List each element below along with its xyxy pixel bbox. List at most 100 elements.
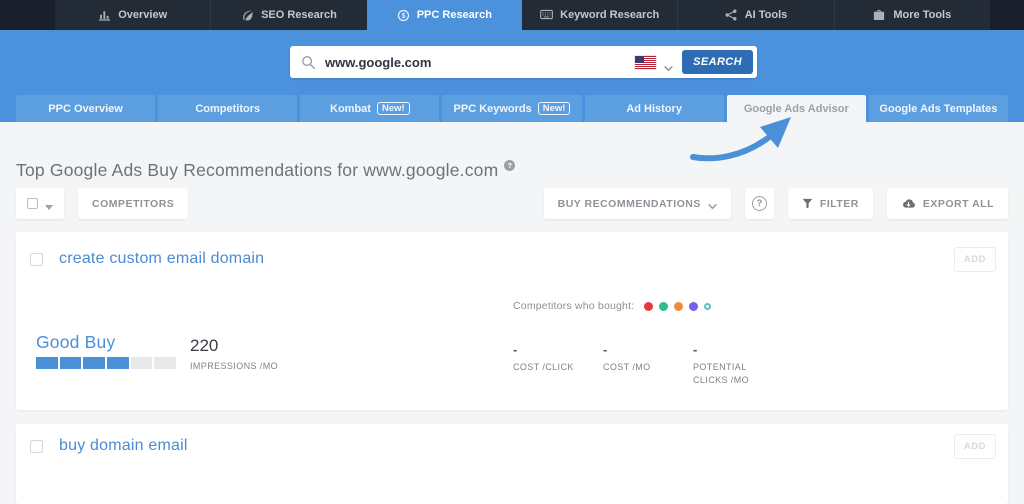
add-button[interactable]: ADD xyxy=(953,434,996,459)
add-button[interactable]: ADD xyxy=(953,247,996,272)
competitor-dot xyxy=(689,301,699,311)
chevron-down-icon xyxy=(708,201,717,209)
stat-value: - xyxy=(513,342,518,357)
leaf-icon xyxy=(241,9,254,22)
buy-rating: Good Buy xyxy=(36,332,177,369)
filter-button[interactable]: FILTER xyxy=(787,188,873,219)
subnav-label: PPC Keywords xyxy=(453,102,532,115)
recommendation-card: create custom email domain ADD Competito… xyxy=(16,232,1008,410)
tab-ai-tools[interactable]: AI Tools xyxy=(677,0,834,30)
buy-rating-bar xyxy=(36,357,177,369)
cost-per-month-stat: - COST /MO xyxy=(603,342,707,374)
cost-per-click-stat: - COST /CLICK xyxy=(513,342,617,374)
buy-recommendations-dropdown[interactable]: BUY RECOMMENDATIONS xyxy=(543,188,731,219)
cloud-export-icon xyxy=(901,198,916,209)
competitor-dot-open xyxy=(704,302,712,310)
tab-label: AI Tools xyxy=(744,9,788,21)
tab-ppc-research[interactable]: $ PPC Research xyxy=(366,0,522,30)
competitors-bought-label: Competitors who bought: xyxy=(513,300,635,312)
question-circle-icon: ? xyxy=(751,196,767,211)
filter-icon xyxy=(802,198,813,209)
subnav-tab-ad-history[interactable]: Ad History xyxy=(584,95,724,122)
subnav-tab-google-ads-advisor[interactable]: Google Ads Advisor xyxy=(726,95,866,122)
competitors-button-label: COMPETITORS xyxy=(92,197,175,210)
top-navigation: Overview SEO Research $ PPC Research Key… xyxy=(0,0,1024,30)
subnav-label: Ad History xyxy=(626,102,682,115)
chevron-down-icon[interactable] xyxy=(664,59,673,72)
search-input[interactable] xyxy=(325,54,636,70)
competitors-bought-row: Competitors who bought: xyxy=(513,300,712,312)
toolbar: COMPETITORS BUY RECOMMENDATIONS ? FILTER… xyxy=(16,188,1008,219)
subnav-tab-ppc-keywords[interactable]: PPC Keywords New! xyxy=(442,95,582,122)
briefcase-icon xyxy=(873,9,886,22)
subnav-label: Google Ads Advisor xyxy=(743,102,849,115)
export-all-button-label: EXPORT ALL xyxy=(922,197,994,210)
help-icon[interactable]: ? xyxy=(504,160,516,171)
search-bar: SEARCH xyxy=(290,46,757,78)
rating-segment xyxy=(36,357,58,369)
export-all-button[interactable]: EXPORT ALL xyxy=(886,188,1008,219)
tab-label: PPC Research xyxy=(416,9,492,21)
caret-down-icon xyxy=(45,201,53,210)
new-badge: New! xyxy=(376,101,410,116)
recommendation-card: buy domain email ADD xyxy=(16,424,1008,504)
competitor-dot xyxy=(659,301,669,311)
recommendation-title-link[interactable]: buy domain email xyxy=(59,437,188,455)
search-button[interactable]: SEARCH xyxy=(682,50,753,74)
impressions-value: 220 xyxy=(190,336,219,355)
buy-recommendations-label: BUY RECOMMENDATIONS xyxy=(557,197,701,210)
new-badge: New! xyxy=(537,101,571,116)
impressions-label: IMPRESSIONS /MO xyxy=(190,361,279,371)
subnav-label: Kombat xyxy=(330,102,371,115)
filter-button-label: FILTER xyxy=(819,197,859,210)
subnav-tab-google-ads-templates[interactable]: Google Ads Templates xyxy=(868,95,1008,122)
rating-segment xyxy=(59,357,82,369)
subnav-label: Competitors xyxy=(195,102,261,115)
select-all-checkbox xyxy=(27,198,38,209)
competitor-dots xyxy=(644,301,712,311)
tab-seo-research[interactable]: SEO Research xyxy=(210,0,367,30)
keyboard-icon xyxy=(540,9,554,22)
rating-segment xyxy=(83,357,106,369)
rating-segment xyxy=(130,357,153,369)
potential-clicks-stat: - POTENTIAL CLICKS /MO xyxy=(693,342,783,387)
search-icon xyxy=(301,55,316,70)
subnav-label: Google Ads Templates xyxy=(879,102,998,115)
coin-icon: $ xyxy=(397,9,410,22)
impressions-stat: 220 IMPRESSIONS /MO xyxy=(190,336,278,373)
help-button[interactable]: ? xyxy=(744,188,774,219)
page-title-text: Top Google Ads Buy Recommendations for w… xyxy=(16,160,499,180)
competitors-button[interactable]: COMPETITORS xyxy=(78,188,189,219)
tab-label: Keyword Research xyxy=(560,9,660,21)
rating-segment xyxy=(107,357,129,369)
page-title: Top Google Ads Buy Recommendations for w… xyxy=(16,160,516,181)
tab-keyword-research[interactable]: Keyword Research xyxy=(521,0,678,30)
us-flag-icon[interactable] xyxy=(635,55,657,69)
stat-label: COST /CLICK xyxy=(513,362,574,372)
subnav-tab-kombat[interactable]: Kombat New! xyxy=(300,95,440,122)
svg-text:$: $ xyxy=(401,12,405,19)
tab-more-tools[interactable]: More Tools xyxy=(833,0,990,30)
stat-value: - xyxy=(693,342,698,357)
banner: SEARCH PPC Overview Competitors Kombat N… xyxy=(0,30,1024,122)
subnav-tab-competitors[interactable]: Competitors xyxy=(158,95,298,122)
sub-navigation: PPC Overview Competitors Kombat New! PPC… xyxy=(0,95,1024,122)
stat-label: POTENTIAL CLICKS /MO xyxy=(693,362,750,386)
select-all-dropdown[interactable] xyxy=(16,188,64,219)
tab-label: More Tools xyxy=(893,9,952,21)
stat-label: COST /MO xyxy=(603,362,651,372)
stat-value: - xyxy=(603,342,608,357)
share-nodes-icon xyxy=(725,9,738,22)
tab-overview[interactable]: Overview xyxy=(55,0,211,30)
recommendation-title-link[interactable]: create custom email domain xyxy=(59,250,264,268)
row-checkbox[interactable] xyxy=(30,440,43,453)
tab-label: SEO Research xyxy=(261,9,337,21)
rating-segment xyxy=(154,357,177,369)
subnav-tab-ppc-overview[interactable]: PPC Overview xyxy=(16,95,156,122)
bar-chart-icon xyxy=(98,9,111,22)
competitor-dot xyxy=(674,301,684,311)
toolbar-right-group: BUY RECOMMENDATIONS ? FILTER EXPORT ALL xyxy=(543,188,1008,219)
buy-rating-label: Good Buy xyxy=(36,332,116,352)
subnav-label: PPC Overview xyxy=(48,102,123,115)
row-checkbox[interactable] xyxy=(30,253,43,266)
